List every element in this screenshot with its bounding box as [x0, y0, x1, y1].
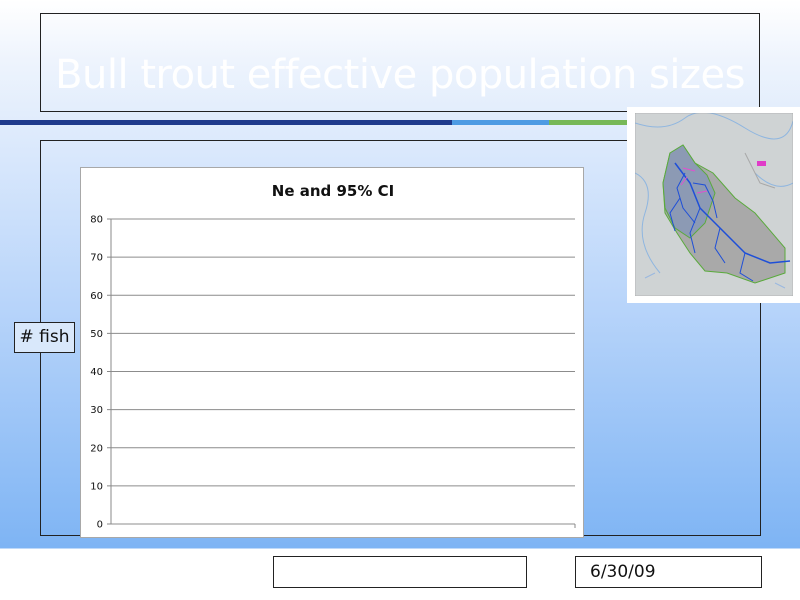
- rule-dark-segment: [0, 120, 452, 125]
- slide-date: 6/30/09: [575, 556, 762, 588]
- y-tick-label: 40: [90, 367, 103, 378]
- y-tick-label: 60: [90, 291, 103, 302]
- y-tick-label: 50: [90, 329, 103, 340]
- y-tick-label: 10: [90, 481, 103, 492]
- chart-panel: Ne and 95% CI 0 10 20 30 40 50 60 70 80: [80, 167, 584, 538]
- slide-title: Bull trout effective population sizes: [55, 52, 745, 98]
- y-tick-label: 20: [90, 443, 103, 454]
- y-axis-callout: # fish: [14, 322, 75, 353]
- footer-placeholder: [273, 556, 527, 588]
- y-tick-label: 0: [97, 520, 103, 531]
- chart-title: Ne and 95% CI: [272, 182, 394, 200]
- y-tick-label: 30: [90, 405, 103, 416]
- rule-blue-segment: [452, 120, 549, 125]
- title-placeholder: Bull trout effective population sizes: [40, 13, 760, 112]
- y-tick-label: 80: [90, 215, 103, 226]
- watershed-map-icon: [635, 113, 793, 296]
- y-tick-label: 70: [90, 253, 103, 264]
- map-image-frame: [627, 107, 800, 303]
- chart-svg: Ne and 95% CI 0 10 20 30 40 50 60 70 80: [90, 182, 576, 531]
